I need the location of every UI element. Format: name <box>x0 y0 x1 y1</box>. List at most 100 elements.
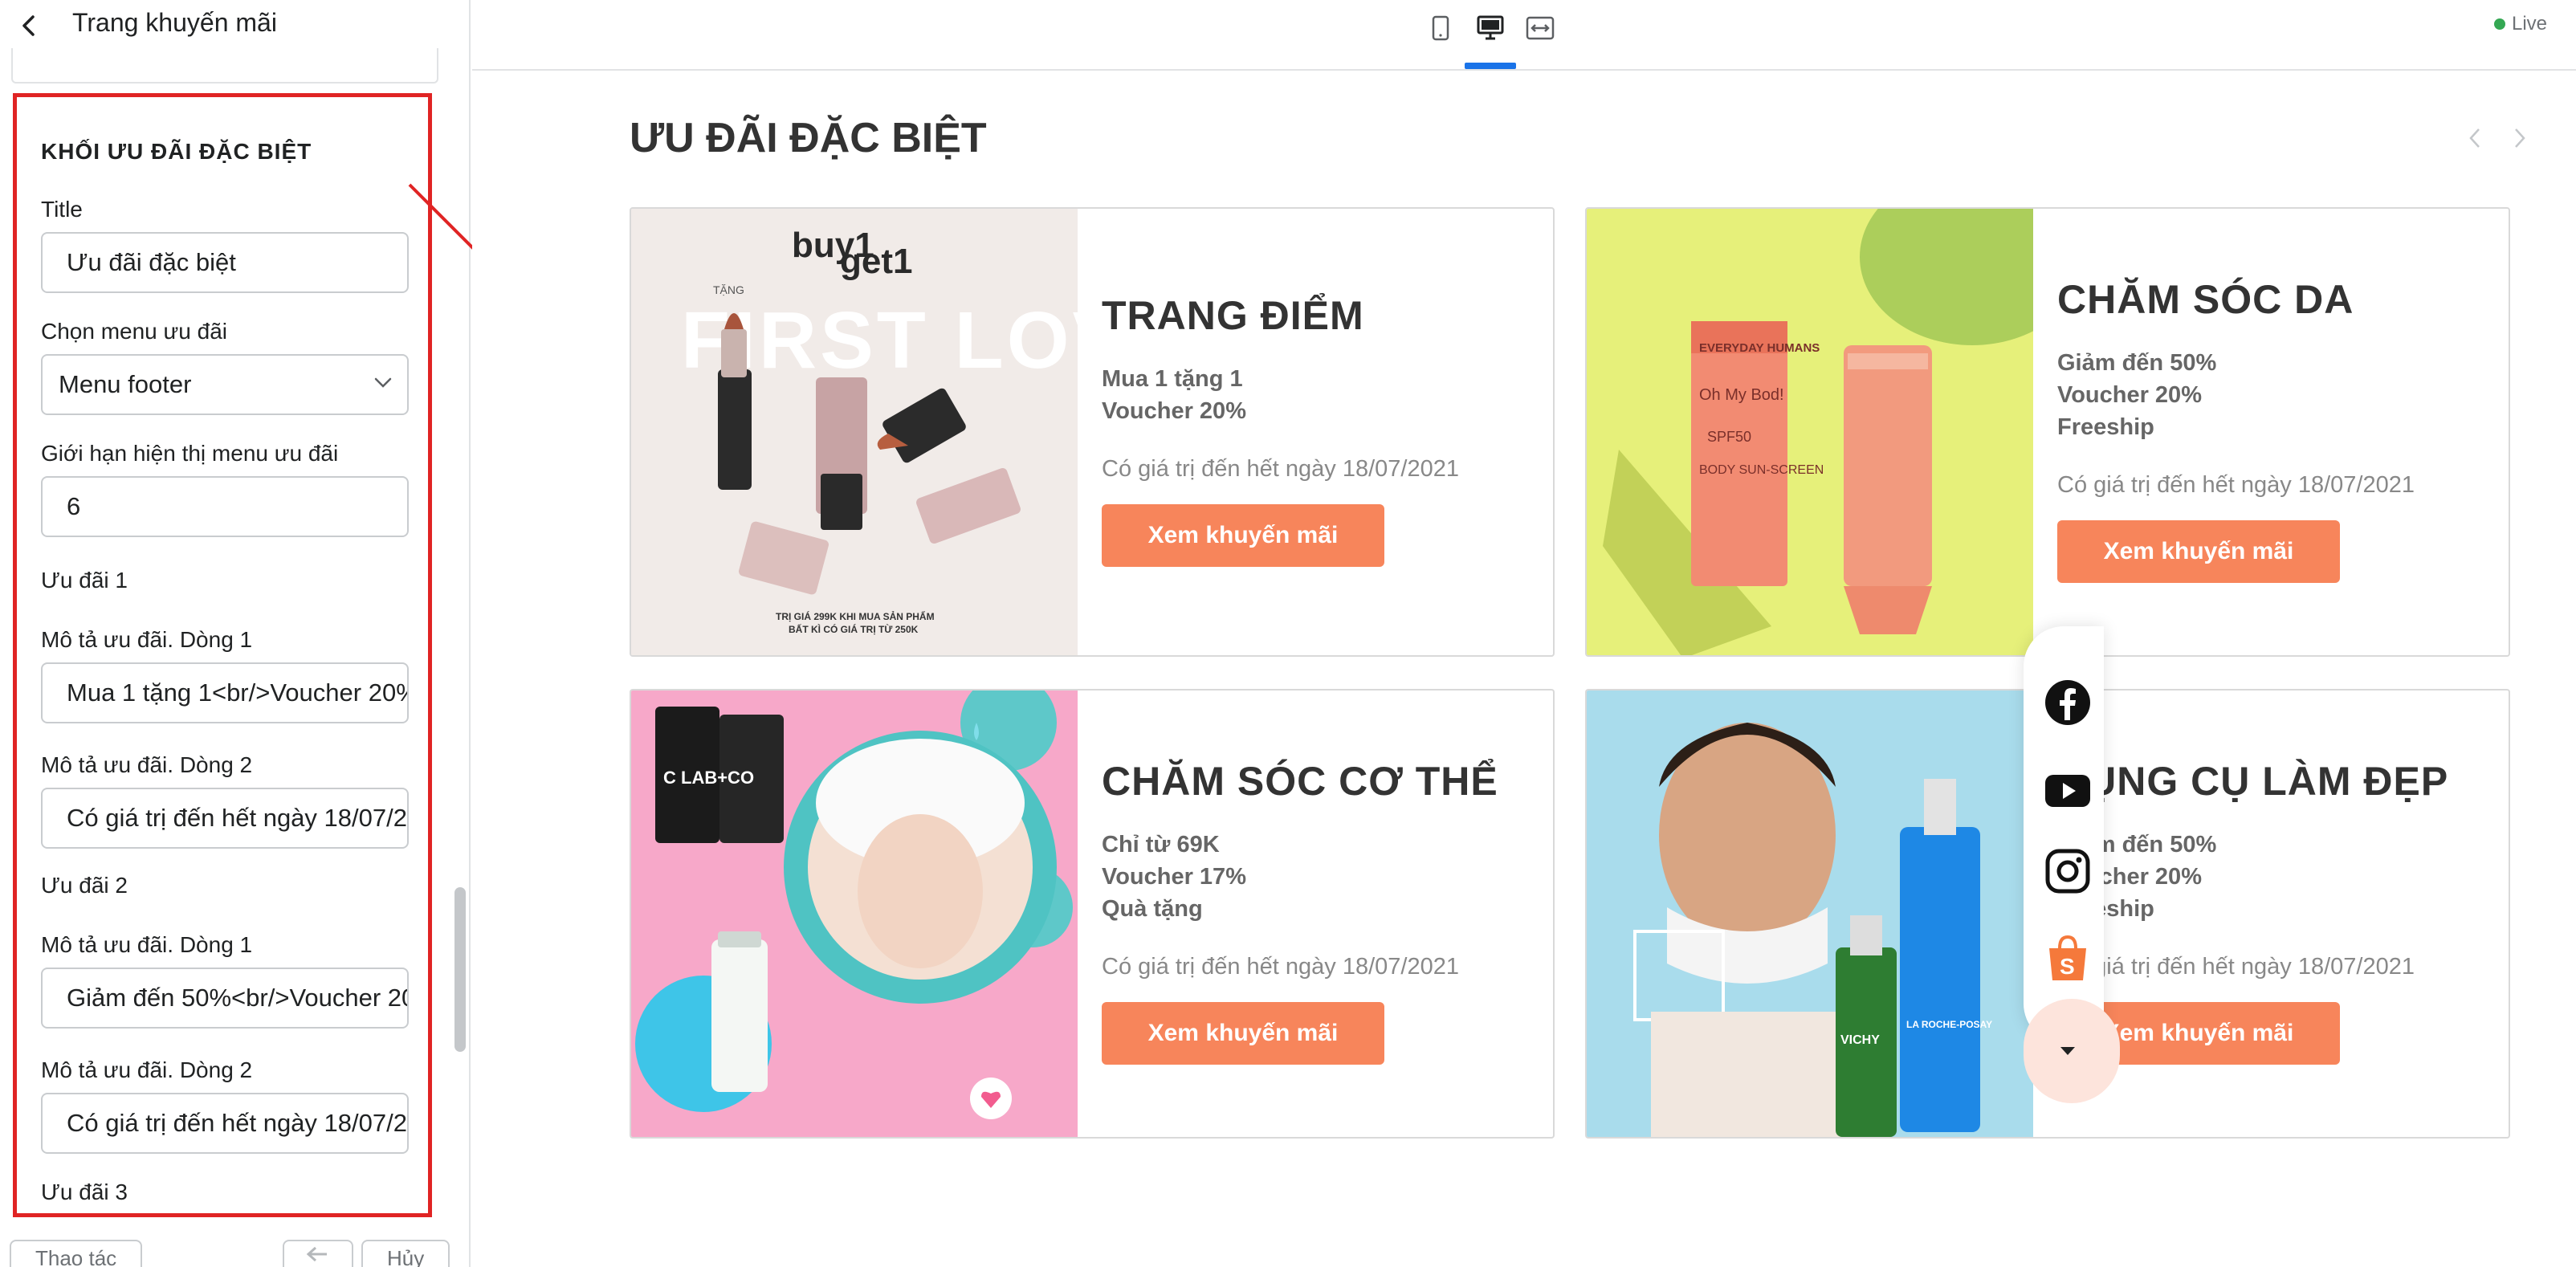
sidebar-scrollbar[interactable] <box>454 887 466 1052</box>
svg-text:Oh My Bod!: Oh My Bod! <box>1699 386 1784 404</box>
offer-card-makeup: buy1 get1 TẶNG FIRST LOVE TRỊ GIÁ 299K K… <box>630 207 1555 657</box>
offer-card-line: Voucher 20% <box>2057 382 2202 408</box>
offer-2-line-1-label: Mô tả ưu đãi. Dòng 1 <box>41 932 253 957</box>
chevron-left-icon <box>2469 128 2480 148</box>
view-promotion-button[interactable]: Xem khuyến mãi <box>1102 504 1384 567</box>
chevron-right-icon <box>2515 128 2525 148</box>
desktop-view-button[interactable] <box>1471 11 1510 45</box>
svg-text:TẶNG: TẶNG <box>713 283 744 296</box>
back-button[interactable] <box>13 10 45 42</box>
offer-card-validity: Có giá trị đến hết ngày 18/07/2021 <box>2057 472 2415 498</box>
svg-text:S: S <box>2060 954 2075 979</box>
live-dot-icon <box>2494 18 2505 30</box>
offer-card-line: Giảm đến 50% <box>2057 350 2217 376</box>
editor-sidebar: Trang khuyến mãi KHỐI ƯU ĐÃI ĐẶC BIỆT Ti… <box>0 0 471 1267</box>
offer-card-body: CHĂM SÓC CƠ THỂ Chỉ từ 69K Voucher 17% Q… <box>1102 691 1535 1137</box>
sunscreen-promo-image: EVERYDAY HUMANS Oh My Bod! SPF50 BODY SU… <box>1587 209 2033 655</box>
offer-2-line-2-input[interactable]: Có giá trị đến hết ngày 18/07/2021 <box>41 1093 409 1154</box>
preview-section-title: ƯU ĐÃI ĐẶC BIỆT <box>630 115 987 161</box>
offer-card-validity: Có giá trị đến hết ngày 18/07/2021 <box>1102 456 1459 482</box>
offer-2-line-2-label: Mô tả ưu đãi. Dòng 2 <box>41 1057 253 1082</box>
offer-card-title: CHĂM SÓC DA <box>2057 277 2354 322</box>
shopee-icon: S <box>2049 935 2086 980</box>
lipstick-promo-image: buy1 get1 TẶNG FIRST LOVE TRỊ GIÁ 299K K… <box>631 209 1078 655</box>
menu-limit-label: Giới hạn hiện thị menu ưu đãi <box>41 441 339 466</box>
offer-card-line: Voucher 17% <box>1102 864 1246 890</box>
offer-card-line: Voucher 20% <box>1102 398 1246 424</box>
youtube-link[interactable] <box>2040 763 2096 819</box>
offer-card-line: Mua 1 tặng 1 <box>1102 366 1243 392</box>
social-floating-bar: S <box>2024 626 2104 1044</box>
title-input[interactable]: Ưu đãi đặc biệt <box>41 232 409 293</box>
svg-text:EVERYDAY HUMANS: EVERYDAY HUMANS <box>1699 341 1820 355</box>
svg-text:get1: get1 <box>840 242 912 281</box>
offer-card-bodycare: C LAB+CO CHĂM SÓC CƠ THỂ Chỉ từ 69K Vouc… <box>630 689 1555 1139</box>
offer-2-line-1-input[interactable]: Giảm đến 50%<br/>Voucher 20% <box>41 968 409 1029</box>
mobile-view-button[interactable] <box>1421 11 1460 45</box>
live-status: Live <box>2494 13 2547 35</box>
offer-3-label: Ưu đãi 3 <box>41 1179 128 1204</box>
offer-card-image: buy1 get1 TẶNG FIRST LOVE TRỊ GIÁ 299K K… <box>631 209 1078 655</box>
offer-card-body: DỤNG CỤ LÀM ĐẸP Giảm đến 50% Voucher 20%… <box>2057 691 2491 1137</box>
undo-icon <box>306 1246 327 1262</box>
svg-text:SPF50: SPF50 <box>1707 429 1751 445</box>
offer-1-line-1-label: Mô tả ưu đãi. Dòng 1 <box>41 627 253 652</box>
carousel-prev-button[interactable] <box>2459 122 2491 154</box>
title-label: Title <box>41 197 83 222</box>
section-heading: KHỐI ƯU ĐÃI ĐẶC BIỆT <box>41 139 312 164</box>
menu-limit-input[interactable]: 6 <box>41 476 409 537</box>
offer-1-line-2-label: Mô tả ưu đãi. Dòng 2 <box>41 752 253 777</box>
facebook-link[interactable] <box>2040 674 2096 731</box>
fullwidth-view-button[interactable] <box>1521 11 1559 45</box>
undo-button[interactable] <box>283 1240 353 1267</box>
offer-card-line: Freeship <box>2057 414 2154 440</box>
offer-card-validity: Có giá trị đến hết ngày 18/07/2021 <box>2057 954 2415 980</box>
view-promotion-button[interactable]: Xem khuyến mãi <box>1102 1002 1384 1065</box>
mobile-icon <box>1432 15 1449 41</box>
youtube-icon <box>2045 775 2090 807</box>
offer-1-line-2-input[interactable]: Có giá trị đến hết ngày 18/07/2021 <box>41 788 409 849</box>
facebook-icon <box>2045 680 2090 725</box>
expand-width-icon <box>1526 16 1555 40</box>
offer-card-image: LA ROCHE-POSAY VICHY <box>1587 691 2033 1137</box>
offer-card-body: CHĂM SÓC DA Giảm đến 50% Voucher 20% Fre… <box>2057 209 2491 655</box>
active-view-indicator <box>1465 63 1516 69</box>
offer-card-line: Chỉ từ 69K <box>1102 832 1220 858</box>
storefront-preview: ƯU ĐÃI ĐẶC BIỆT buy1 get1 TẶNG FIRST LOV… <box>472 72 2576 1267</box>
bodycare-promo-image: C LAB+CO <box>631 691 1078 1137</box>
offer-card-body: TRANG ĐIỂM Mua 1 tặng 1 Voucher 20% Có g… <box>1102 209 1535 655</box>
menu-select[interactable]: Menu footer <box>41 354 409 415</box>
offer-card-title: CHĂM SÓC CƠ THỂ <box>1102 759 1498 804</box>
desktop-icon <box>1477 15 1504 40</box>
live-label: Live <box>2512 13 2548 35</box>
offer-card-line: Quà tặng <box>1102 896 1203 922</box>
svg-text:TRỊ GIÁ 299K KHI MUA SẢN PHẨM: TRỊ GIÁ 299K KHI MUA SẢN PHẨM <box>776 610 935 622</box>
svg-text:LA ROCHE-POSAY: LA ROCHE-POSAY <box>1906 1019 1992 1030</box>
offer-card-title: DỤNG CỤ LÀM ĐẸP <box>2057 759 2449 804</box>
cancel-button[interactable]: Hủy <box>361 1240 450 1267</box>
actions-button[interactable]: Thao tác <box>10 1240 143 1267</box>
svg-text:C LAB+CO: C LAB+CO <box>663 768 754 788</box>
sidebar-title: Trang khuyến mãi <box>72 8 277 37</box>
menu-select-value: Menu footer <box>59 370 192 398</box>
chevron-left-icon <box>22 15 35 36</box>
offer-card-validity: Có giá trị đến hết ngày 18/07/2021 <box>1102 954 1459 980</box>
offer-2-label: Ưu đãi 2 <box>41 873 128 898</box>
offer-card-skincare: EVERYDAY HUMANS Oh My Bod! SPF50 BODY SU… <box>1585 207 2510 657</box>
carousel-next-button[interactable] <box>2504 122 2536 154</box>
sidebar-footer: Thao tác Hủy <box>0 1222 469 1267</box>
scroll-down-button[interactable] <box>2024 999 2120 1103</box>
offer-1-line-1-input[interactable]: Mua 1 tặng 1<br/>Voucher 20% <box>41 662 409 723</box>
previous-section-card[interactable] <box>11 48 438 84</box>
offer-card-image: C LAB+CO <box>631 691 1078 1137</box>
instagram-link[interactable] <box>2040 843 2096 899</box>
menu-select-label: Chọn menu ưu đãi <box>41 319 227 344</box>
shopee-link[interactable]: S <box>2040 930 2096 986</box>
caret-down-icon <box>2060 1047 2075 1055</box>
instagram-icon <box>2045 849 2090 894</box>
offer-card-title: TRANG ĐIỂM <box>1102 293 1364 338</box>
special-offer-block-panel: KHỐI ƯU ĐÃI ĐẶC BIỆT Title Ưu đãi đặc bi… <box>13 93 432 1217</box>
view-promotion-button[interactable]: Xem khuyến mãi <box>2057 520 2340 583</box>
offer-1-label: Ưu đãi 1 <box>41 568 128 593</box>
chevron-down-icon <box>374 377 392 388</box>
